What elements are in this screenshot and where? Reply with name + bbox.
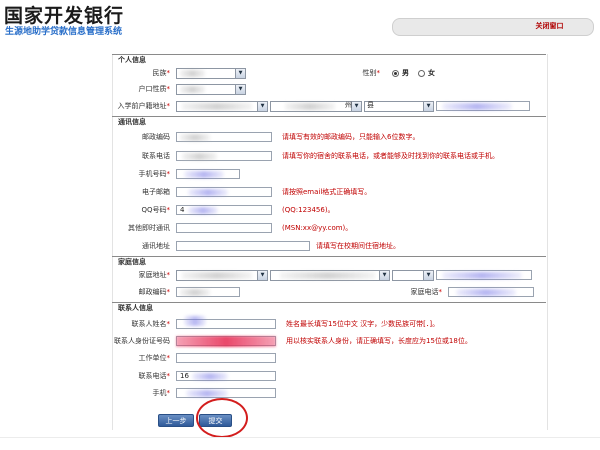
phone-hint: 请填写你的宿舍的联系电话，或者能够及时找到你的联系电话或手机。 [282, 152, 499, 160]
redaction [180, 289, 210, 296]
redaction [176, 336, 276, 347]
postcode-hint: 请填写有效的邮政编码，只能输入6位数字。 [282, 133, 420, 141]
system-title: 生源地助学贷款信息管理系统 [5, 27, 123, 37]
address-county-select[interactable] [364, 101, 434, 112]
family-county-select[interactable] [392, 270, 434, 281]
contact-phone-label: 联系电话* [138, 372, 171, 380]
im-input[interactable] [176, 223, 272, 233]
contact-name-hint: 姓名最长填写15位中文 汉字，少数民族可带[．]。 [286, 320, 440, 328]
redaction [180, 70, 205, 77]
mail-address-input[interactable] [176, 241, 310, 251]
redaction [188, 189, 228, 196]
work-unit-input[interactable] [176, 353, 276, 363]
contact-phone-value-prefix: 16 [180, 372, 189, 380]
email-hint: 请按照email格式正确填写。 [282, 188, 372, 196]
section-personal: 个人信息 [112, 54, 546, 65]
work-unit-label: 工作单位* [138, 354, 171, 362]
section-family-title: 家庭信息 [118, 258, 146, 266]
section-contact-person-title: 联系人信息 [118, 304, 153, 312]
postcode-label: 邮政编码 [142, 133, 170, 141]
gender-female-label: 女 [428, 69, 435, 77]
redaction [180, 86, 205, 93]
contact-name-label: 联系人姓名* [131, 320, 171, 328]
redaction [456, 289, 516, 296]
redaction [182, 103, 252, 110]
redaction [285, 103, 335, 110]
redaction [280, 272, 375, 279]
mail-address-label: 通讯地址 [142, 242, 170, 250]
redaction [184, 316, 206, 326]
gender-label: 性别* [362, 69, 381, 77]
redaction [442, 103, 512, 110]
section-personal-title: 个人信息 [118, 56, 146, 64]
family-address-label: 家庭地址* [138, 271, 171, 279]
section-contact: 通讯信息 [112, 116, 546, 127]
redaction [180, 134, 210, 141]
redaction [188, 207, 218, 214]
contact-mobile-label: 手机* [152, 389, 171, 397]
annotation-circle [196, 398, 248, 438]
gender-male-radio[interactable] [392, 70, 399, 77]
hukou-label: 户口性质* [138, 85, 171, 93]
mail-address-hint: 请填写在校期间住宿地址。 [316, 242, 400, 250]
email-label: 电子邮箱 [142, 188, 170, 196]
im-label: 其他即时通讯 [128, 224, 170, 232]
contact-id-label: 联系人身份证号码 [114, 337, 170, 345]
prev-step-button[interactable]: 上一步 [158, 414, 194, 427]
qq-hint: (QQ:123456)。 [282, 206, 335, 214]
contact-id-hint: 用以核实联系人身份，请正确填写，长度应为15位或18位。 [286, 337, 472, 345]
family-postcode-label: 邮政编码* [138, 288, 171, 296]
redaction [184, 171, 224, 178]
mobile-label: 手机号码* [138, 170, 171, 178]
section-contact-title: 通讯信息 [118, 118, 146, 126]
redaction [192, 373, 228, 380]
household-address-label: 入学前户籍地址* [117, 102, 171, 110]
family-phone-label: 家庭电话* [410, 288, 443, 296]
ethnicity-label: 民族* [152, 69, 171, 77]
qq-label: QQ号码* [141, 206, 170, 214]
section-family: 家庭信息 [112, 256, 546, 267]
redaction [442, 272, 522, 279]
redaction [182, 272, 252, 279]
close-window-button[interactable]: 关闭窗口 [522, 18, 577, 34]
im-hint: (MSN:xx@yy.com)。 [282, 224, 353, 232]
redaction [182, 153, 217, 160]
section-contact-person: 联系人信息 [112, 302, 546, 313]
address-city-suffix: 州 [345, 101, 352, 109]
qq-value-prefix: 4 [180, 206, 185, 214]
address-county-prefix: 县 [367, 101, 374, 109]
phone-label: 联系电话 [142, 152, 170, 160]
gender-female-radio[interactable] [418, 70, 425, 77]
gender-male-label: 男 [402, 69, 409, 77]
footer-divider [0, 437, 600, 438]
redaction [186, 390, 228, 397]
